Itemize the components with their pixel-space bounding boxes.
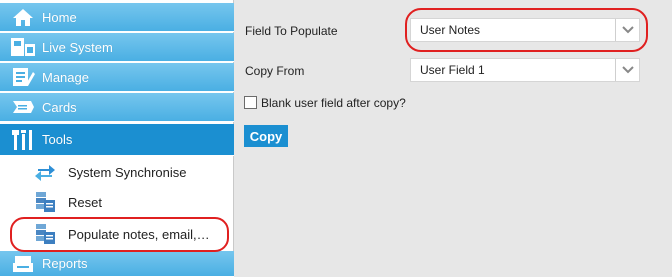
nav-item-home[interactable]: Home bbox=[0, 3, 234, 32]
blank-after-copy-checkbox[interactable] bbox=[244, 96, 257, 109]
copy-button[interactable]: Copy bbox=[244, 125, 288, 147]
chevron-down-icon[interactable] bbox=[615, 59, 639, 81]
chevron-down-icon[interactable] bbox=[615, 19, 639, 41]
tools-icon bbox=[8, 128, 38, 152]
server-reset-icon bbox=[32, 191, 58, 213]
nav-item-manage[interactable]: Manage bbox=[0, 63, 234, 92]
select-value: User Notes bbox=[420, 23, 481, 37]
nav-item-tools[interactable]: Tools bbox=[0, 124, 234, 156]
nav-item-cards[interactable]: Cards bbox=[0, 93, 234, 122]
subnav-item-label: Reset bbox=[68, 194, 102, 210]
manage-icon bbox=[8, 65, 38, 89]
subnav-item-label: Populate notes, email,… bbox=[68, 226, 210, 242]
subnav-item-system-synchronise[interactable]: System Synchronise bbox=[0, 156, 234, 188]
home-icon bbox=[8, 5, 38, 29]
server-populate-icon bbox=[32, 223, 58, 245]
nav-item-label: Cards bbox=[42, 99, 77, 115]
select-value: User Field 1 bbox=[420, 63, 485, 77]
copy-from-label: Copy From bbox=[245, 64, 305, 78]
subnav-item-populate-notes[interactable]: Populate notes, email,… bbox=[0, 218, 234, 250]
nav-item-reports[interactable]: Reports bbox=[0, 251, 234, 277]
sync-arrows-icon bbox=[32, 161, 58, 183]
subnav-item-label: System Synchronise bbox=[68, 164, 187, 180]
live-system-icon bbox=[8, 35, 38, 59]
nav-item-label: Live System bbox=[42, 39, 113, 55]
field-to-populate-label: Field To Populate bbox=[245, 24, 338, 38]
field-to-populate-select[interactable]: User Notes bbox=[410, 18, 640, 42]
cards-icon bbox=[8, 95, 38, 119]
copy-from-select[interactable]: User Field 1 bbox=[410, 58, 640, 82]
nav-item-label: Manage bbox=[42, 69, 89, 85]
sidebar: Home Live System Manage Cards Tools Syst… bbox=[0, 0, 234, 277]
nav-item-label: Home bbox=[42, 9, 77, 25]
subnav-item-reset[interactable]: Reset bbox=[0, 186, 234, 218]
blank-after-copy-label: Blank user field after copy? bbox=[261, 96, 406, 110]
reports-icon bbox=[8, 252, 38, 276]
nav-item-label: Reports bbox=[42, 256, 88, 271]
nav-item-label: Tools bbox=[42, 132, 73, 147]
nav-item-live-system[interactable]: Live System bbox=[0, 33, 234, 62]
main-panel: Field To Populate User Notes Copy From U… bbox=[235, 0, 672, 277]
